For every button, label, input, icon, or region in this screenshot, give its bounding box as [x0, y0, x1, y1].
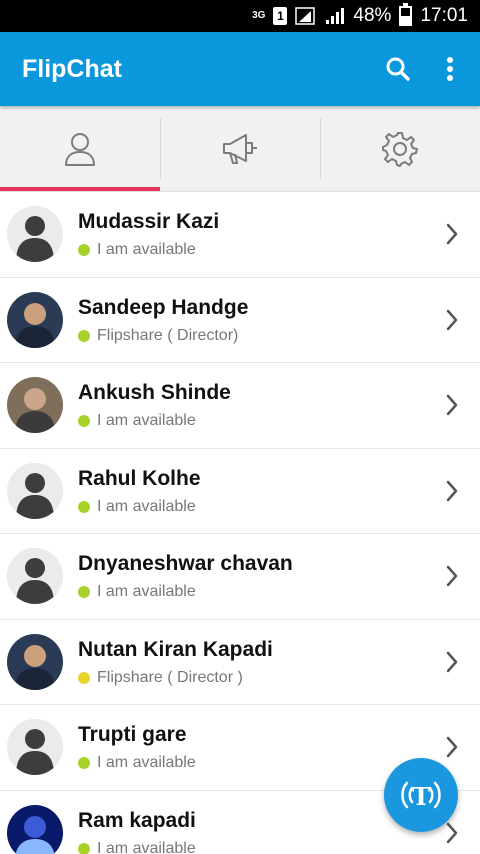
chevron-right-icon: [442, 392, 462, 418]
chevron-right-icon: [442, 221, 462, 247]
status-text: I am available: [97, 412, 196, 430]
megaphone-icon: [223, 133, 257, 164]
app-title: FlipChat: [22, 54, 122, 83]
status-dot: [78, 842, 90, 854]
status-line: I am available: [78, 840, 442, 854]
contact-text: Trupti gare I am available: [78, 722, 442, 772]
status-text: Flipshare ( Director): [97, 326, 239, 344]
status-line: I am available: [78, 754, 442, 772]
contact-name: Ankush Shinde: [78, 381, 231, 405]
chevron-right-icon: [442, 563, 462, 589]
app-bar: FlipChat: [0, 32, 480, 106]
more-vert-icon: [447, 57, 453, 81]
contact-name: Mudassir Kazi: [78, 210, 220, 234]
tab-contacts[interactable]: [0, 106, 160, 191]
contact-text: Rahul Kolhe I am available: [78, 466, 442, 516]
contact-row[interactable]: Ankush Shinde I am available: [0, 363, 480, 449]
contact-text: Mudassir Kazi I am available: [78, 209, 442, 259]
tab-bar: [0, 106, 480, 192]
broadcast-fab[interactable]: T: [384, 758, 458, 832]
chevron-right-icon: [442, 478, 462, 504]
status-text: Flipshare ( Director ): [97, 668, 243, 686]
contact-text: Nutan Kiran Kapadi Flipshare ( Director ): [78, 637, 442, 687]
signal-strength-icon: [325, 7, 345, 25]
search-button[interactable]: [372, 43, 424, 95]
status-line: I am available: [78, 241, 442, 259]
chevron-right-icon: [442, 307, 462, 333]
chevron-right-icon: [442, 649, 462, 675]
status-dot: [78, 415, 90, 428]
tab-broadcast[interactable]: [160, 106, 320, 191]
status-text: I am available: [97, 839, 196, 854]
contact-name: Sandeep Handge: [78, 295, 249, 319]
status-bar: 3G 1 48% 17:01: [0, 0, 480, 32]
contact-text: Ram kapadi I am available: [78, 808, 442, 854]
avatar: [7, 633, 63, 690]
search-icon: [386, 57, 410, 81]
person-icon: [65, 132, 95, 166]
contact-list: Mudassir Kazi I am available Sandeep Handg…: [0, 192, 480, 854]
avatar: [7, 377, 63, 434]
chevron-right-icon: [442, 820, 462, 846]
status-line: I am available: [78, 412, 442, 430]
broadcast-t-icon: T: [401, 781, 441, 811]
contact-name: Trupti gare: [78, 723, 187, 747]
contact-row[interactable]: Sandeep Handge Flipshare ( Director): [0, 278, 480, 363]
contact-name: Rahul Kolhe: [78, 466, 201, 490]
contact-row[interactable]: Dnyaneshwar chavan I am available: [0, 534, 480, 620]
sim-icon: 1: [273, 7, 288, 25]
gear-icon: [382, 131, 418, 167]
overflow-menu-button[interactable]: [424, 43, 476, 95]
status-line: Flipshare ( Director): [78, 327, 442, 345]
chevron-right-icon: [442, 734, 462, 760]
fab-label: T: [412, 782, 430, 811]
avatar: [7, 291, 63, 348]
contact-name: Dnyaneshwar chavan: [78, 552, 293, 576]
status-text: I am available: [97, 241, 196, 259]
status-text: I am available: [97, 754, 196, 772]
contact-text: Dnyaneshwar chavan I am available: [78, 551, 442, 601]
tab-settings[interactable]: [320, 106, 480, 191]
status-dot: [78, 329, 90, 342]
default-avatar-icon: [7, 719, 63, 776]
contact-text: Sandeep Handge Flipshare ( Director): [78, 295, 442, 345]
status-dot: [78, 244, 90, 257]
status-text: I am available: [97, 583, 196, 601]
status-line: I am available: [78, 498, 442, 516]
status-dot: [78, 671, 90, 684]
battery-icon: [399, 3, 413, 26]
status-dot: [78, 757, 90, 770]
default-avatar-icon: [7, 548, 63, 605]
status-line: Flipshare ( Director ): [78, 669, 442, 687]
avatar: [7, 804, 63, 854]
contact-text: Ankush Shinde I am available: [78, 380, 442, 430]
network-3g-icon: 3G: [252, 10, 266, 21]
clock: 17:01: [420, 5, 468, 26]
contact-name: Nutan Kiran Kapadi: [78, 637, 273, 661]
contact-row[interactable]: Mudassir Kazi I am available: [0, 192, 480, 278]
contact-row[interactable]: Rahul Kolhe I am available: [0, 449, 480, 534]
status-dot: [78, 586, 90, 599]
status-text: I am available: [97, 497, 196, 515]
default-avatar-icon: [7, 462, 63, 519]
status-dot: [78, 500, 90, 513]
status-line: I am available: [78, 583, 442, 601]
signal-icon: [295, 7, 317, 25]
tab-selected-indicator: [0, 187, 160, 191]
default-avatar-icon: [7, 206, 63, 263]
battery-percent: 48%: [353, 5, 392, 26]
contact-row[interactable]: Nutan Kiran Kapadi Flipshare ( Director ): [0, 620, 480, 705]
